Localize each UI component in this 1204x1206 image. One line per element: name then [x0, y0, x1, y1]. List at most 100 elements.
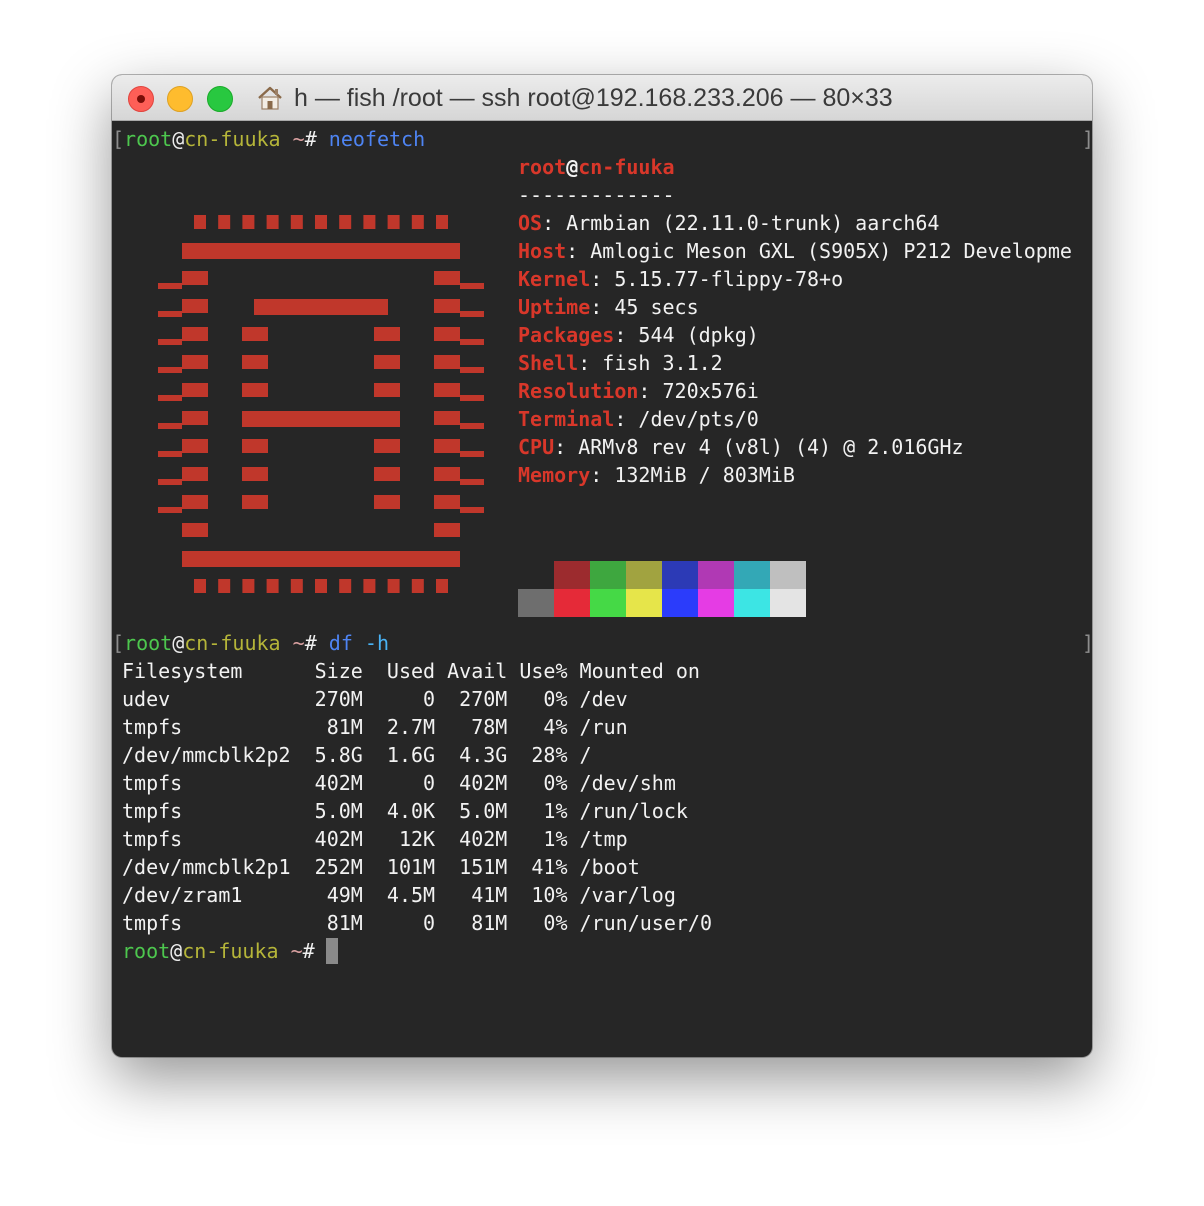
- logo-block: [218, 215, 231, 229]
- palette-swatch: [734, 561, 770, 589]
- logo-block: [290, 215, 303, 229]
- logo-block: [460, 479, 484, 485]
- neofetch-host: cn-fuuka: [578, 155, 675, 179]
- zoom-button[interactable]: [207, 86, 233, 112]
- logo-block: [158, 451, 182, 457]
- df-row: tmpfs 81M 0 81M 0% /run/user/0: [122, 911, 713, 935]
- palette-swatch: [662, 589, 698, 617]
- palette-swatch: [518, 561, 554, 589]
- text-cursor: [326, 938, 338, 964]
- info-key: Memory: [518, 463, 591, 487]
- logo-block: [387, 215, 400, 229]
- palette-swatch: [662, 561, 698, 589]
- logo-block: [182, 523, 208, 537]
- info-value: : 720x576i: [638, 379, 759, 403]
- logo-block: [436, 215, 448, 229]
- info-value: : /dev/pts/0: [614, 407, 759, 431]
- logo-block: [218, 579, 231, 593]
- df-row: tmpfs 402M 0 402M 0% /dev/shm: [122, 771, 676, 795]
- logo-block: [374, 439, 400, 453]
- logo-block: [434, 355, 460, 369]
- info-key: Terminal: [518, 407, 615, 431]
- palette-swatch: [518, 589, 554, 617]
- logo-block: [460, 395, 484, 401]
- logo-block: [242, 383, 268, 397]
- command-df-args: -h: [364, 631, 390, 655]
- df-row: /dev/mmcblk2p1 252M 101M 151M 41% /boot: [122, 855, 640, 879]
- window-title: h — fish /root — ssh root@192.168.233.20…: [256, 83, 893, 113]
- logo-block: [242, 411, 400, 427]
- logo-block: [434, 439, 460, 453]
- info-key: Packages: [518, 323, 615, 347]
- logo-block: [182, 327, 208, 341]
- palette-swatch: [770, 589, 806, 617]
- terminal-content[interactable]: [root@cn-fuuka ~# neofetch ] root@cn-fuu…: [112, 121, 1092, 1057]
- logo-block: [434, 495, 460, 509]
- palette-swatch: [626, 589, 662, 617]
- info-row-host: Host: Amlogic Meson GXL (S905X) P212 Dev…: [518, 237, 1072, 265]
- logo-block: [158, 311, 182, 317]
- prompt-cwd: ~: [292, 631, 305, 655]
- neofetch-user: root: [518, 155, 567, 179]
- prompt-bracket-open: [: [112, 631, 125, 655]
- logo-block: [182, 243, 460, 259]
- logo-block: [315, 215, 327, 229]
- title-bar[interactable]: h — fish /root — ssh root@192.168.233.20…: [112, 75, 1092, 121]
- palette-swatch: [626, 561, 662, 589]
- logo-block: [460, 339, 484, 345]
- logo-block: [460, 423, 484, 429]
- logo-block: [242, 495, 268, 509]
- logo-block: [434, 299, 460, 313]
- logo-block: [374, 383, 400, 397]
- logo-block: [460, 311, 484, 317]
- info-key: Uptime: [518, 295, 591, 319]
- palette-swatch: [698, 589, 734, 617]
- prompt-bracket-close: ]: [1082, 629, 1092, 657]
- palette-swatch: [590, 561, 626, 589]
- logo-block: [434, 411, 460, 425]
- logo-block: [182, 495, 208, 509]
- close-button[interactable]: [128, 86, 154, 112]
- df-row: /dev/zram1 49M 4.5M 41M 10% /var/log: [122, 883, 676, 907]
- palette-swatch: [554, 589, 590, 617]
- window-title-text: h — fish /root — ssh root@192.168.233.20…: [294, 83, 893, 112]
- prompt-cwd: ~: [290, 939, 303, 963]
- minimize-button[interactable]: [167, 86, 193, 112]
- logo-block: [460, 507, 484, 513]
- info-row-resolution: Resolution: 720x576i: [518, 377, 759, 405]
- logo-block: [158, 507, 182, 513]
- logo-block: [242, 355, 268, 369]
- logo-block: [411, 215, 424, 229]
- info-value: : Amlogic Meson GXL (S905X) P212 Develop…: [566, 239, 1072, 263]
- logo-block: [182, 271, 208, 285]
- palette-swatch: [770, 561, 806, 589]
- info-key: Host: [518, 239, 567, 263]
- logo-block: [460, 283, 484, 289]
- logo-block: [434, 467, 460, 481]
- logo-block: [339, 215, 352, 229]
- info-row-uptime: Uptime: 45 secs: [518, 293, 699, 321]
- logo-block: [158, 395, 182, 401]
- prompt-line-df: [root@cn-fuuka ~# df -h: [112, 629, 389, 657]
- palette-swatch: [698, 561, 734, 589]
- info-value: : ARMv8 rev 4 (v8l) (4) @ 2.016GHz: [554, 435, 964, 459]
- logo-block: [194, 215, 206, 229]
- terminal-window[interactable]: h — fish /root — ssh root@192.168.233.20…: [112, 75, 1092, 1057]
- info-value: : 45 secs: [590, 295, 699, 319]
- command-df: df: [328, 631, 353, 655]
- logo-block: [363, 579, 376, 593]
- prompt-hash: #: [302, 939, 315, 963]
- neofetch-underline: -------------: [518, 183, 675, 207]
- df-row: tmpfs 5.0M 4.0K 5.0M 1% /run/lock: [122, 799, 688, 823]
- prompt-host: cn-fuuka: [184, 631, 281, 655]
- info-row-memory: Memory: 132MiB / 803MiB: [518, 461, 795, 489]
- info-key: OS: [518, 211, 543, 235]
- logo-block: [434, 383, 460, 397]
- logo-block: [434, 327, 460, 341]
- logo-block: [158, 479, 182, 485]
- logo-block: [182, 467, 208, 481]
- logo-block: [460, 451, 484, 457]
- logo-block: [290, 579, 303, 593]
- df-row: tmpfs 81M 2.7M 78M 4% /run: [122, 715, 628, 739]
- logo-block: [158, 423, 182, 429]
